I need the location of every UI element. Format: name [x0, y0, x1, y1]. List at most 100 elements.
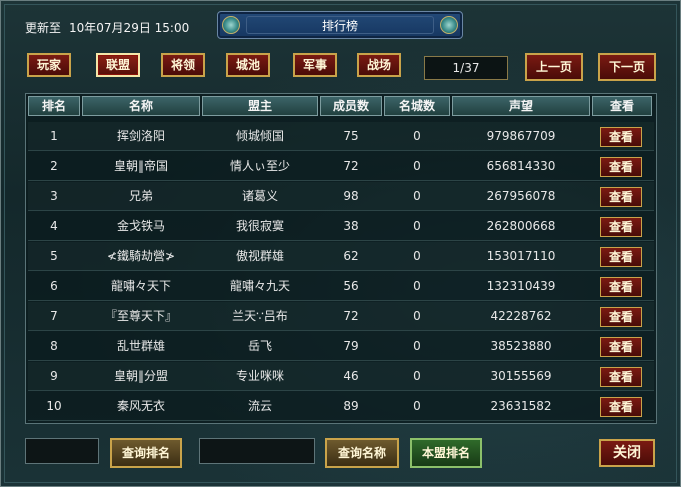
- cell-prestige: 153017110: [486, 249, 556, 263]
- cell-members: 98: [343, 189, 359, 203]
- tab-generals[interactable]: 将领: [161, 53, 205, 77]
- query-rank-button[interactable]: 查询排名: [110, 438, 182, 468]
- view-button[interactable]: 查看: [600, 397, 642, 417]
- view-button[interactable]: 查看: [600, 157, 642, 177]
- cell-rank: 2: [50, 159, 58, 173]
- window-title: 排行榜: [321, 19, 358, 33]
- view-button[interactable]: 查看: [600, 187, 642, 207]
- cell-leader: 我很寂寞: [235, 219, 284, 233]
- cell-members: 56: [343, 279, 359, 293]
- cell-prestige: 132310439: [486, 279, 556, 293]
- cell-members: 75: [343, 129, 359, 143]
- cell-name: 『至尊天下』: [104, 309, 177, 323]
- cell-cities: 0: [413, 159, 421, 173]
- cell-members: 79: [343, 339, 359, 353]
- cell-members: 72: [343, 159, 359, 173]
- cell-rank: 9: [50, 369, 58, 383]
- cell-cities: 0: [413, 369, 421, 383]
- view-button[interactable]: 查看: [600, 277, 642, 297]
- cell-name: 秦风无衣: [116, 399, 165, 413]
- table-row: 2 皇朝‖帝国 情人ぃ至少 72 0 656814330 查看: [28, 152, 654, 181]
- view-button[interactable]: 查看: [600, 127, 642, 147]
- cell-rank: 8: [50, 339, 58, 353]
- next-page-button[interactable]: 下一页: [598, 53, 656, 81]
- view-button[interactable]: 查看: [600, 247, 642, 267]
- cell-name: ≮鐵騎劫營≯: [106, 249, 176, 263]
- view-button[interactable]: 查看: [600, 307, 642, 327]
- tab-alliance[interactable]: 联盟: [96, 53, 140, 77]
- title-bar: 排行榜: [217, 11, 463, 39]
- header-name: 名称: [82, 96, 200, 116]
- tab-players[interactable]: 玩家: [27, 53, 71, 77]
- table-row: 5 ≮鐵騎劫營≯ 傲视群雄 62 0 153017110 查看: [28, 242, 654, 271]
- cell-rank: 5: [50, 249, 58, 263]
- cell-name: 皇朝‖分盟: [113, 369, 168, 383]
- update-time-label: 更新至: [25, 21, 62, 35]
- view-button[interactable]: 查看: [600, 337, 642, 357]
- cell-cities: 0: [413, 309, 421, 323]
- cell-cities: 0: [413, 189, 421, 203]
- ranking-window: 更新至 10年07月29日 15:00 排行榜 玩家 联盟 将领 城池 军事 战场…: [0, 0, 681, 487]
- cell-name: 兄弟: [128, 189, 153, 203]
- name-query-input[interactable]: [199, 438, 315, 464]
- cell-rank: 4: [50, 219, 58, 233]
- header-view: 查看: [592, 96, 652, 116]
- cell-prestige: 38523880: [490, 339, 552, 353]
- cell-prestige: 979867709: [486, 129, 556, 143]
- table-row: 8 乱世群雄 岳飞 79 0 38523880 查看: [28, 332, 654, 361]
- prev-page-button[interactable]: 上一页: [525, 53, 583, 81]
- tab-cities[interactable]: 城池: [226, 53, 270, 77]
- cell-cities: 0: [413, 339, 421, 353]
- header-prestige: 声望: [452, 96, 590, 116]
- rank-query-input[interactable]: [25, 438, 99, 464]
- cell-prestige: 262800668: [486, 219, 556, 233]
- table-header: 排名 名称 盟主 成员数 名城数 声望 查看: [26, 94, 656, 118]
- cell-rank: 1: [50, 129, 58, 143]
- own-alliance-rank-button[interactable]: 本盟排名: [410, 438, 482, 468]
- cell-members: 38: [343, 219, 359, 233]
- cell-prestige: 30155569: [490, 369, 552, 383]
- cell-prestige: 267956078: [486, 189, 556, 203]
- cell-rank: 3: [50, 189, 58, 203]
- cell-name: 皇朝‖帝国: [113, 159, 168, 173]
- cell-members: 89: [343, 399, 359, 413]
- cell-cities: 0: [413, 129, 421, 143]
- cell-leader: 流云: [247, 399, 272, 413]
- cell-cities: 0: [413, 399, 421, 413]
- cell-members: 46: [343, 369, 359, 383]
- cell-cities: 0: [413, 219, 421, 233]
- close-button[interactable]: 关闭: [599, 439, 655, 467]
- table-row: 3 兄弟 诸葛义 98 0 267956078 查看: [28, 182, 654, 211]
- cell-name: 挥剑洛阳: [116, 129, 165, 143]
- cell-name: 金戈铁马: [116, 219, 165, 233]
- tab-battlefield[interactable]: 战场: [357, 53, 401, 77]
- cell-rank: 7: [50, 309, 58, 323]
- cell-rank: 6: [50, 279, 58, 293]
- cell-leader: 诸葛义: [241, 189, 278, 203]
- cell-leader: 龍嘯々九天: [229, 279, 290, 293]
- cell-leader: 情人ぃ至少: [229, 159, 290, 173]
- query-name-button[interactable]: 查询名称: [325, 438, 399, 468]
- cell-cities: 0: [413, 249, 421, 263]
- cell-cities: 0: [413, 279, 421, 293]
- cell-rank: 10: [46, 399, 62, 413]
- table-row: 9 皇朝‖分盟 专业咪咪 46 0 30155569 查看: [28, 362, 654, 391]
- table-row: 7 『至尊天下』 兰天∵吕布 72 0 42228762 查看: [28, 302, 654, 331]
- cell-members: 72: [343, 309, 359, 323]
- cell-leader: 岳飞: [247, 339, 272, 353]
- cell-prestige: 23631582: [490, 399, 552, 413]
- view-button[interactable]: 查看: [600, 217, 642, 237]
- header-rank: 排名: [28, 96, 80, 116]
- cell-name: 乱世群雄: [116, 339, 165, 353]
- cell-leader: 倾城倾国: [235, 129, 284, 143]
- cell-members: 62: [343, 249, 359, 263]
- tab-military[interactable]: 军事: [293, 53, 337, 77]
- table-row: 1 挥剑洛阳 倾城倾国 75 0 979867709 查看: [28, 122, 654, 151]
- cell-prestige: 42228762: [490, 309, 552, 323]
- view-button[interactable]: 查看: [600, 367, 642, 387]
- table-row: 10 秦风无衣 流云 89 0 23631582 查看: [28, 392, 654, 421]
- cell-leader: 专业咪咪: [235, 369, 284, 383]
- cell-prestige: 656814330: [486, 159, 556, 173]
- ranking-table: 排名 名称 盟主 成员数 名城数 声望 查看 1 挥剑洛阳 倾城倾国 75 0 97986…: [25, 93, 657, 424]
- table-row: 6 龍嘯々天下 龍嘯々九天 56 0 132310439 查看: [28, 272, 654, 301]
